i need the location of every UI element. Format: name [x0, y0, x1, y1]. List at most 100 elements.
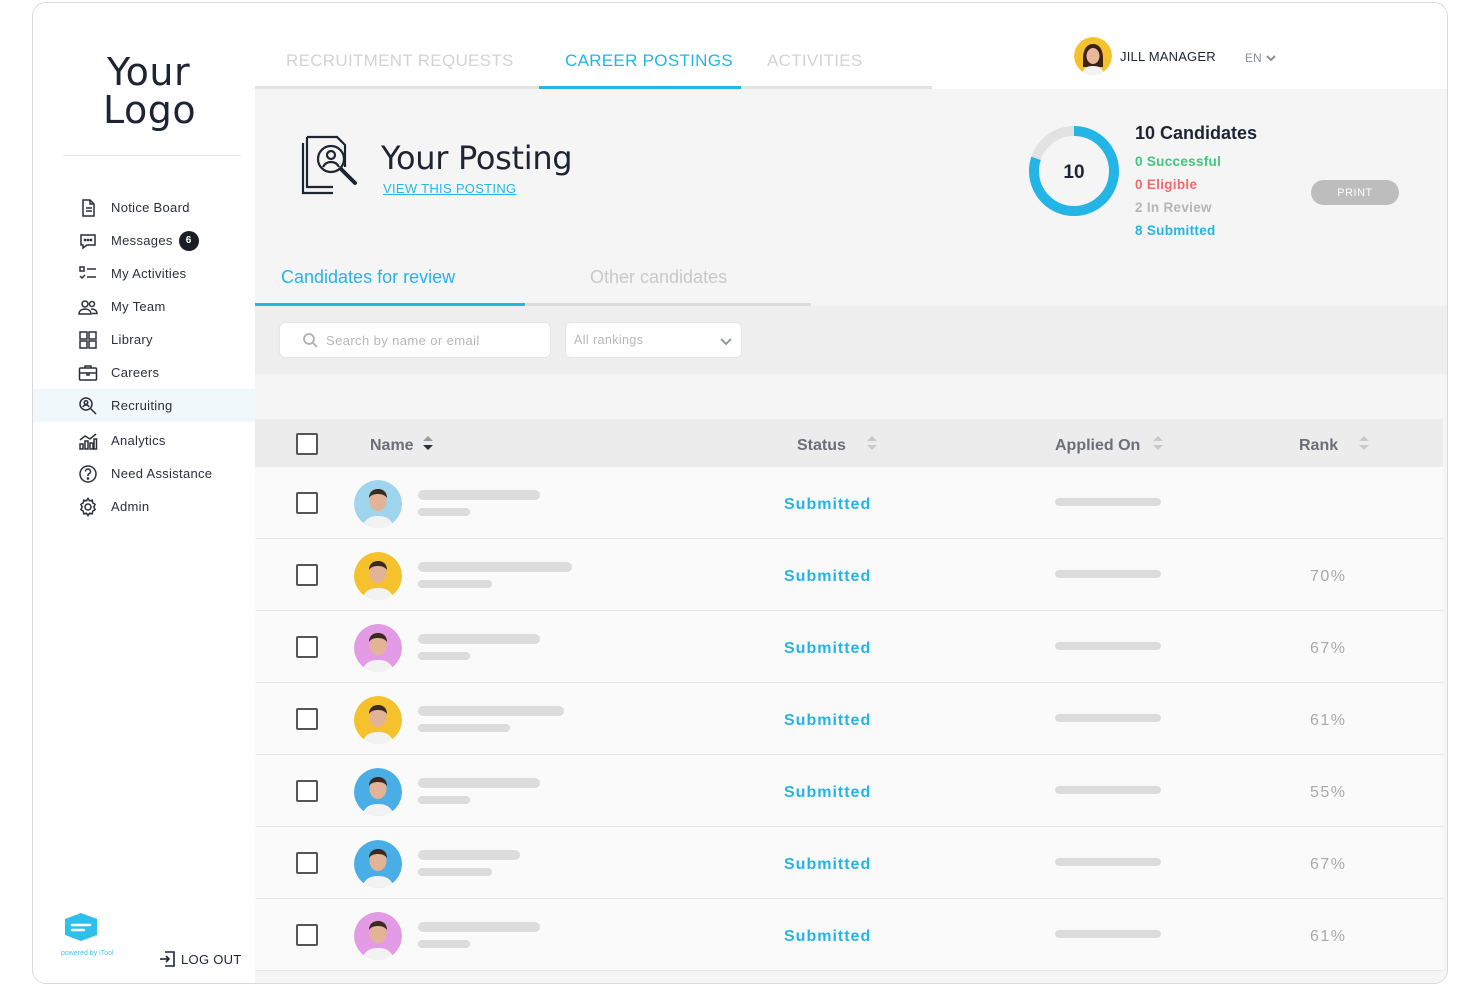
tab-career-postings[interactable]: CAREER POSTINGS: [565, 51, 733, 71]
sidebar-item-label: Notice Board: [111, 200, 190, 215]
candidate-email-placeholder: [418, 868, 492, 876]
candidate-name-placeholder: [418, 778, 540, 788]
sort-icon: [422, 433, 434, 458]
candidate-status: Submitted: [784, 496, 872, 513]
search-input[interactable]: [326, 332, 546, 348]
subtab-other-candidates[interactable]: Other candidates: [590, 267, 727, 288]
column-header-name[interactable]: Name: [370, 433, 434, 458]
candidate-name-placeholder: [418, 562, 572, 572]
sidebar-item-my-activities[interactable]: My Activities: [33, 257, 255, 290]
applied-on-placeholder: [1055, 498, 1161, 506]
candidate-avatar: [354, 480, 402, 528]
candidate-email-placeholder: [418, 796, 470, 804]
user-name: JILL MANAGER: [1120, 48, 1216, 64]
candidates-count-title: 10 Candidates: [1135, 123, 1258, 143]
candidates-donut-chart: 10: [1029, 126, 1119, 216]
candidates-table: Name Status Applied On Rank Submitted Su…: [255, 419, 1443, 971]
user-menu[interactable]: JILL MANAGER: [1074, 37, 1216, 75]
tab-recruitment-requests[interactable]: RECRUITMENT REQUESTS: [286, 51, 514, 71]
table-header: Name Status Applied On Rank: [255, 419, 1443, 467]
stat-submitted: 8 Submitted: [1135, 223, 1216, 238]
table-row[interactable]: Submitted 61%: [255, 899, 1443, 971]
search-icon: [303, 333, 318, 348]
main-tabs: RECRUITMENT REQUESTS CAREER POSTINGS ACT…: [255, 3, 932, 89]
candidate-name-placeholder: [418, 706, 564, 716]
table-body: Submitted Submitted 70% Submitted 67% Submitt…: [255, 467, 1443, 971]
candidate-avatar: [354, 840, 402, 888]
table-row[interactable]: Submitted 67%: [255, 611, 1443, 683]
candidate-email-placeholder: [418, 940, 470, 948]
sort-icon: [1358, 433, 1370, 458]
language-selector[interactable]: EN: [1245, 51, 1277, 65]
sidebar-item-notice-board[interactable]: Notice Board: [33, 191, 255, 224]
sidebar-item-careers[interactable]: Careers: [33, 356, 255, 389]
view-posting-link[interactable]: VIEW THIS POSTING: [383, 181, 516, 196]
sidebar-item-need-assistance[interactable]: Need Assistance: [33, 457, 255, 490]
sidebar-item-recruiting[interactable]: Recruiting: [33, 389, 255, 422]
tab-activities[interactable]: ACTIVITIES: [767, 51, 863, 71]
chat-icon: [77, 230, 99, 252]
top-bar: RECRUITMENT REQUESTS CAREER POSTINGS ACT…: [255, 3, 1447, 89]
posting-title: Your Posting: [381, 139, 573, 177]
candidate-subtabs: Candidates for review Other candidates: [255, 251, 811, 306]
sidebar-item-my-team[interactable]: My Team: [33, 290, 255, 323]
checklist-icon: [77, 263, 99, 285]
messages-count-badge: 6: [178, 230, 199, 251]
row-checkbox[interactable]: [296, 780, 318, 802]
sort-icon: [866, 433, 878, 458]
print-button[interactable]: PRINT: [1311, 180, 1399, 205]
candidate-email-placeholder: [418, 652, 470, 660]
table-row[interactable]: Submitted 67%: [255, 827, 1443, 899]
table-row[interactable]: Submitted 61%: [255, 683, 1443, 755]
sidebar-item-admin[interactable]: Admin: [33, 490, 255, 523]
logo-divider: [63, 155, 241, 156]
candidate-name-placeholder: [418, 850, 520, 860]
select-all-checkbox[interactable]: [296, 433, 318, 455]
row-checkbox[interactable]: [296, 852, 318, 874]
table-row[interactable]: Submitted: [255, 467, 1443, 539]
language-label: EN: [1245, 51, 1262, 65]
column-header-rank[interactable]: Rank: [1299, 433, 1370, 458]
ranking-select-value: All rankings: [574, 333, 644, 347]
main-content: Your Posting VIEW THIS POSTING 10 10 Can…: [255, 89, 1447, 983]
table-row[interactable]: Submitted 55%: [255, 755, 1443, 827]
help-icon: [77, 463, 99, 485]
row-checkbox[interactable]: [296, 492, 318, 514]
sidebar-item-messages[interactable]: Messages 6: [33, 224, 255, 257]
logout-button[interactable]: LOG OUT: [157, 949, 242, 969]
candidate-status: Submitted: [784, 928, 872, 945]
table-row[interactable]: Submitted 70%: [255, 539, 1443, 611]
sidebar: Your Logo Notice Board Messages 6 My Act…: [33, 3, 255, 983]
sidebar-item-analytics[interactable]: Analytics: [33, 424, 255, 457]
powered-by-logo-icon: [65, 913, 97, 941]
candidate-rank: 61%: [1310, 712, 1347, 729]
candidate-status: Submitted: [784, 568, 872, 585]
applied-on-placeholder: [1055, 930, 1161, 938]
sidebar-item-library[interactable]: Library: [33, 323, 255, 356]
row-checkbox[interactable]: [296, 924, 318, 946]
candidate-status: Submitted: [784, 640, 872, 657]
column-header-status[interactable]: Status: [797, 433, 878, 458]
row-checkbox[interactable]: [296, 636, 318, 658]
applied-on-placeholder: [1055, 858, 1161, 866]
brand-logo[interactable]: Your Logo: [103, 53, 196, 129]
candidate-avatar: [354, 768, 402, 816]
candidate-status: Submitted: [784, 784, 872, 801]
chevron-down-icon: [720, 338, 732, 346]
candidate-email-placeholder: [418, 580, 492, 588]
candidate-name-placeholder: [418, 922, 540, 932]
logout-label: LOG OUT: [181, 951, 242, 967]
candidate-status: Submitted: [784, 712, 872, 729]
grid-icon: [77, 329, 99, 351]
candidate-name-placeholder: [418, 490, 540, 500]
row-checkbox[interactable]: [296, 708, 318, 730]
row-checkbox[interactable]: [296, 564, 318, 586]
ranking-select[interactable]: All rankings: [565, 322, 742, 358]
chevron-down-icon: [1265, 55, 1276, 62]
powered-by-text: powered by iTool: [61, 950, 114, 957]
column-header-applied-on[interactable]: Applied On: [1055, 433, 1164, 458]
sidebar-item-label: Need Assistance: [111, 466, 213, 481]
candidate-rank: 55%: [1310, 784, 1347, 801]
sidebar-item-label: My Activities: [111, 266, 187, 281]
subtab-candidates-for-review[interactable]: Candidates for review: [281, 267, 455, 288]
